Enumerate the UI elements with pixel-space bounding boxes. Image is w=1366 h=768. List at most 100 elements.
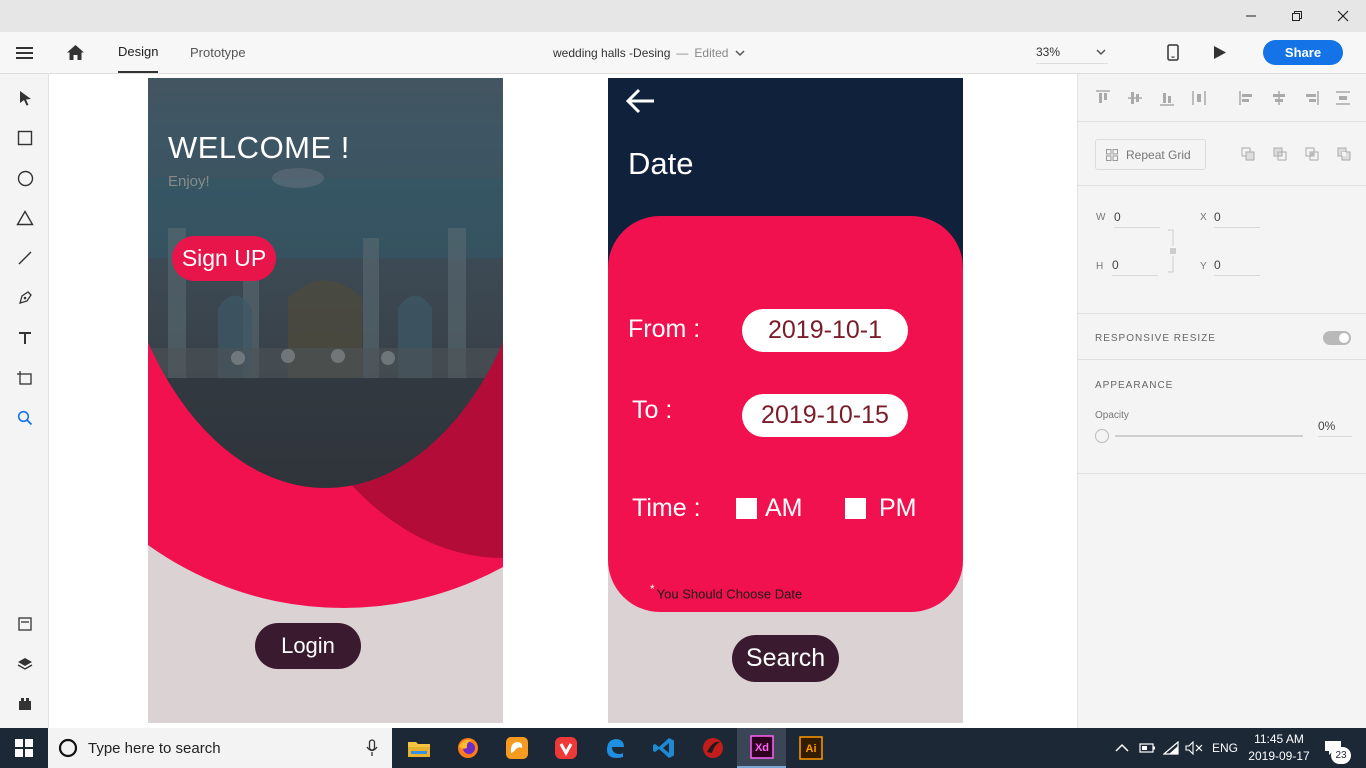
document-title[interactable]: wedding halls -Desing — Edited xyxy=(553,32,745,73)
lock-aspect-icon[interactable] xyxy=(1167,228,1177,276)
tab-design[interactable]: Design xyxy=(118,32,159,73)
opacity-input[interactable]: 0% xyxy=(1318,419,1352,437)
start-button[interactable] xyxy=(0,728,48,768)
share-button[interactable]: Share xyxy=(1263,40,1343,65)
align-center-icon[interactable] xyxy=(1270,89,1288,107)
taskbar-app-red[interactable] xyxy=(688,728,737,768)
welcome-subtitle: Enjoy! xyxy=(168,173,210,190)
play-preview-button[interactable] xyxy=(1213,32,1227,73)
taskbar-vivaldi[interactable] xyxy=(541,728,590,768)
taskbar-uc-browser[interactable] xyxy=(492,728,541,768)
system-clock[interactable]: 11:45 AM 2019-09-17 xyxy=(1244,731,1314,765)
rectangle-icon xyxy=(17,130,33,146)
tab-prototype[interactable]: Prototype xyxy=(190,32,246,73)
align-bottom-icon[interactable] xyxy=(1158,89,1176,107)
signup-button[interactable]: Sign UP xyxy=(172,236,276,281)
app-toolbar: Design Prototype wedding halls -Desing —… xyxy=(0,32,1366,74)
to-date-field[interactable]: 2019-10-15 xyxy=(742,394,908,437)
pen-tool[interactable] xyxy=(12,285,38,311)
am-checkbox[interactable] xyxy=(736,498,757,519)
width-input[interactable]: 0 xyxy=(1114,210,1160,228)
login-button[interactable]: Login xyxy=(255,623,361,669)
align-top-icon[interactable] xyxy=(1094,89,1112,107)
tool-rail xyxy=(0,74,49,728)
device-preview-button[interactable] xyxy=(1167,32,1179,73)
microphone-icon[interactable] xyxy=(366,739,378,757)
taskbar-firefox[interactable] xyxy=(443,728,492,768)
opacity-slider[interactable] xyxy=(1115,435,1303,437)
volume-button[interactable] xyxy=(1185,728,1203,768)
back-arrow-icon[interactable] xyxy=(625,86,657,116)
responsive-resize-toggle[interactable] xyxy=(1323,331,1351,345)
y-input[interactable]: 0 xyxy=(1214,258,1260,276)
menu-button[interactable] xyxy=(16,32,34,73)
adobe-illustrator-icon: Ai xyxy=(798,736,823,760)
align-left-icon[interactable] xyxy=(1238,89,1256,107)
pm-checkbox[interactable] xyxy=(845,498,866,519)
document-name: wedding halls -Desing xyxy=(553,45,671,60)
taskbar-adobe-illustrator[interactable]: Ai xyxy=(786,728,835,768)
adobe-xd-icon: Xd xyxy=(749,735,774,759)
minimize-button[interactable] xyxy=(1228,0,1274,32)
layers-panel-button[interactable] xyxy=(12,651,38,677)
artboard-welcome[interactable]: WELCOME ! Enjoy! Sign UP Login xyxy=(148,78,503,723)
responsive-resize-label: RESPONSIVE RESIZE xyxy=(1095,333,1216,344)
taskbar-file-explorer[interactable] xyxy=(394,728,443,768)
taskbar-search-input[interactable]: Type here to search xyxy=(48,728,392,768)
am-label: AM xyxy=(765,494,803,522)
property-inspector: Repeat Grid W 0 X 0 H 0 Y 0 RESPONSIVE R… xyxy=(1077,74,1366,728)
height-input[interactable]: 0 xyxy=(1112,258,1158,276)
zoom-select[interactable]: 33% xyxy=(1036,40,1108,64)
align-right-icon[interactable] xyxy=(1302,89,1320,107)
zoom-tool[interactable] xyxy=(12,405,38,431)
title-bar xyxy=(0,0,1366,32)
from-label: From : xyxy=(628,315,701,343)
boolean-intersect-icon[interactable] xyxy=(1305,147,1319,161)
plugins-panel-button[interactable] xyxy=(12,691,38,717)
taskbar-adobe-xd[interactable]: Xd xyxy=(737,728,786,768)
height-label: H xyxy=(1096,261,1104,272)
x-input[interactable]: 0 xyxy=(1214,210,1260,228)
opacity-label: Opacity xyxy=(1095,410,1129,421)
restore-button[interactable] xyxy=(1274,0,1320,32)
ellipse-tool[interactable] xyxy=(12,165,38,191)
line-icon xyxy=(18,251,32,265)
rectangle-tool[interactable] xyxy=(12,125,38,151)
line-tool[interactable] xyxy=(12,245,38,271)
chevron-down-icon xyxy=(1096,48,1106,55)
taskbar-edge[interactable] xyxy=(590,728,639,768)
triangle-icon xyxy=(16,210,34,226)
text-tool[interactable] xyxy=(12,325,38,351)
input-language[interactable]: ENG xyxy=(1212,728,1238,768)
taskbar-vscode[interactable] xyxy=(639,728,688,768)
select-tool[interactable] xyxy=(12,85,38,111)
repeat-grid-button[interactable]: Repeat Grid xyxy=(1095,139,1206,170)
home-button[interactable] xyxy=(66,32,85,73)
boolean-exclude-icon[interactable] xyxy=(1337,147,1351,161)
search-icon xyxy=(17,410,33,426)
distribute-vertical-icon[interactable] xyxy=(1334,89,1352,107)
boolean-subtract-icon[interactable] xyxy=(1273,147,1287,161)
chevron-up-icon xyxy=(1115,743,1129,752)
align-middle-icon[interactable] xyxy=(1126,89,1144,107)
firefox-icon xyxy=(457,738,478,758)
layers-icon xyxy=(17,658,33,670)
close-button[interactable] xyxy=(1320,0,1366,32)
boolean-add-icon[interactable] xyxy=(1241,147,1255,161)
wifi-icon xyxy=(1163,741,1179,755)
text-icon xyxy=(19,332,31,344)
battery-button[interactable] xyxy=(1139,728,1157,768)
artboard-date[interactable]: Date From : 2019-10-1 To : 2019-10-15 Ti… xyxy=(608,78,963,723)
from-date-field[interactable]: 2019-10-1 xyxy=(742,309,908,352)
alignment-row xyxy=(1078,74,1366,122)
assets-panel-button[interactable] xyxy=(12,611,38,637)
polygon-tool[interactable] xyxy=(12,205,38,231)
show-hidden-icons-button[interactable] xyxy=(1115,728,1129,768)
distribute-horizontal-icon[interactable] xyxy=(1190,89,1208,107)
battery-icon xyxy=(1139,743,1155,753)
network-button[interactable] xyxy=(1163,728,1179,768)
search-button[interactable]: Search xyxy=(732,635,839,682)
artboard-tool[interactable] xyxy=(12,365,38,391)
opacity-slider-handle[interactable] xyxy=(1095,429,1109,443)
minimize-icon xyxy=(1246,15,1256,17)
